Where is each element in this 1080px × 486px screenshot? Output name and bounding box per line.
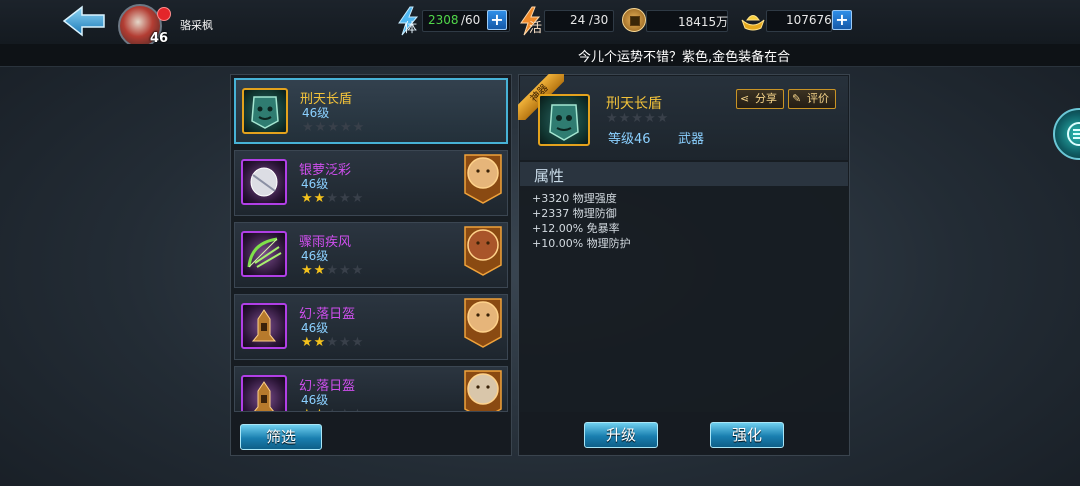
announcement-bar	[0, 44, 1080, 67]
stamina-value: 2308	[428, 13, 459, 27]
gold-value: 107676	[786, 13, 832, 27]
add-stamina-button[interactable]: +	[487, 10, 507, 30]
notification-dot	[157, 7, 171, 21]
attribute-line: +10.00% 物理防护	[532, 237, 631, 250]
star-rating: ★★★★★	[301, 263, 364, 278]
star-empty-icon: ★	[326, 191, 339, 206]
star-empty-icon: ★	[351, 335, 365, 350]
attributes-title: 属性	[534, 167, 565, 185]
star-rating: ★★★★★	[301, 191, 364, 206]
star-empty-icon: ★	[338, 191, 352, 206]
equipment-level: 46级	[301, 249, 329, 263]
side-menu-tab[interactable]	[1053, 108, 1080, 160]
star-empty-icon: ★	[326, 335, 339, 350]
edit-icon: ✎	[792, 92, 802, 105]
stamina-label: 体	[404, 21, 418, 36]
upgrade-button[interactable]: 升级	[584, 422, 658, 448]
gold-ingot-icon	[740, 8, 766, 32]
review-button[interactable]: ✎ 评价	[788, 89, 836, 109]
equipment-list-item[interactable]: 幻·落日盔46级★★★★★	[234, 366, 508, 412]
monk-hero-portrait[interactable]	[463, 297, 503, 349]
helmet-icon	[241, 303, 287, 349]
copper-coin-icon	[622, 8, 646, 32]
helmet-icon	[241, 375, 287, 411]
energy-max: /30	[589, 13, 609, 27]
attribute-line: +12.00% 免暴率	[532, 222, 620, 235]
star-empty-icon: ★	[352, 120, 366, 135]
enhance-button[interactable]: 强化	[710, 422, 784, 448]
equipment-list-item[interactable]: 骤雨疾风 46级 ★★★★★	[234, 222, 508, 288]
monk-hero-portrait[interactable]	[463, 153, 503, 205]
warrior-hero-portrait[interactable]	[463, 225, 503, 277]
shield-icon	[242, 88, 288, 134]
detail-shield-icon	[538, 94, 590, 146]
share-label: 分享	[755, 92, 777, 105]
mask-icon	[241, 159, 287, 205]
detail-item-name: 刑天长盾	[606, 96, 662, 112]
star-empty-icon: ★	[338, 335, 352, 350]
bow-icon	[241, 231, 287, 277]
filter-button[interactable]: 筛选	[240, 424, 322, 450]
share-button[interactable]: ⋖ 分享	[736, 89, 784, 109]
back-arrow-icon[interactable]	[60, 4, 110, 38]
detail-type: 武器	[678, 132, 705, 147]
star-filled-icon: ★	[301, 335, 314, 350]
equipment-list-item[interactable]: 幻·落日盔46级★★★★★	[234, 294, 508, 360]
star-empty-icon: ★	[338, 263, 352, 278]
star-empty-icon: ★	[351, 263, 365, 278]
star-filled-icon: ★	[313, 335, 327, 350]
attribute-line: +2337 物理防御	[532, 207, 617, 220]
attributes-header	[520, 162, 848, 186]
detail-star-rating: ★★★★★	[606, 111, 670, 126]
star-rating: ★★★★★	[302, 120, 365, 135]
star-filled-icon: ★	[313, 263, 327, 278]
star-empty-icon: ★	[302, 120, 315, 135]
equipment-level: 46级	[301, 393, 329, 407]
star-filled-icon: ★	[301, 191, 314, 206]
attribute-line: +3320 物理强度	[532, 192, 617, 205]
equipment-list-item[interactable]: 刑天长盾 46级 ★★★★★	[234, 78, 508, 144]
equipment-level: 46级	[302, 106, 330, 120]
energy-value: 24	[570, 13, 586, 27]
energy-label: 活	[529, 21, 543, 36]
star-filled-icon: ★	[301, 263, 314, 278]
review-label: 评价	[807, 92, 829, 105]
announcement-text: 今儿个运势不错？紫色,金色装备在合	[578, 50, 791, 65]
star-empty-icon: ★	[314, 120, 328, 135]
copper-value: 18415万	[678, 15, 729, 29]
equipment-level: 46级	[301, 177, 329, 191]
equipment-list-item[interactable]: 银萝泛彩 46级 ★★★★★	[234, 150, 508, 216]
elder-hero-portrait[interactable]	[463, 369, 503, 411]
detail-level: 等级46	[608, 132, 651, 147]
equipment-level: 46级	[301, 321, 329, 335]
star-empty-icon: ★	[339, 120, 353, 135]
detail-footer	[520, 412, 848, 454]
add-gold-button[interactable]: +	[832, 10, 852, 30]
stamina-max: /60	[461, 13, 481, 27]
star-empty-icon: ★	[326, 263, 339, 278]
star-filled-icon: ★	[313, 191, 327, 206]
star-empty-icon: ★	[351, 191, 365, 206]
star-rating: ★★★★★	[301, 335, 364, 350]
player-name: 骆采枫	[180, 19, 213, 32]
share-icon: ⋖	[740, 92, 750, 105]
star-empty-icon: ★	[327, 120, 340, 135]
